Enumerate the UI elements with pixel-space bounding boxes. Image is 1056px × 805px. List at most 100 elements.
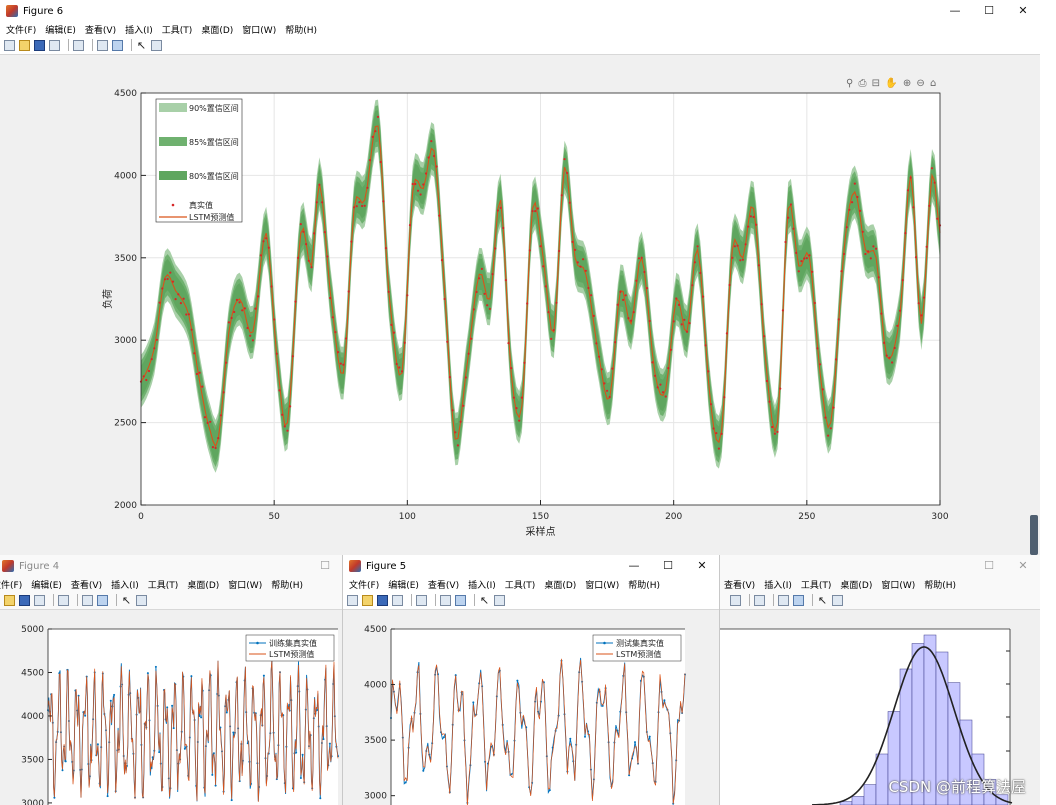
true-value-point xyxy=(659,383,662,386)
menu-file[interactable]: 文件(F) xyxy=(349,578,379,591)
menu-view[interactable]: 查看(V) xyxy=(428,578,459,591)
true-value-point xyxy=(906,189,910,192)
maximize-button[interactable]: ☐ xyxy=(308,555,342,577)
menu-edit[interactable]: 编辑(E) xyxy=(45,23,76,36)
maximize-button[interactable]: ☐ xyxy=(651,555,685,577)
pointer-icon[interactable]: ↖ xyxy=(121,595,132,606)
open-folder-icon[interactable] xyxy=(362,594,373,606)
true-value-point xyxy=(693,261,697,264)
menu-tools[interactable]: 工具(T) xyxy=(148,578,179,591)
link-plot-icon[interactable] xyxy=(58,594,69,606)
menu-insert[interactable]: 插入(I) xyxy=(125,23,153,36)
figure6-titlebar[interactable]: Figure 6 — ☐ ✕ xyxy=(0,0,1040,22)
maximize-button[interactable]: ☐ xyxy=(972,0,1006,22)
save-icon[interactable] xyxy=(34,39,45,51)
menu-window[interactable]: 窗口(W) xyxy=(242,23,276,36)
menu-view[interactable]: 查看(V) xyxy=(85,23,116,36)
true-value-point xyxy=(896,324,899,327)
property-editor-icon[interactable] xyxy=(494,594,505,606)
menu-window[interactable]: 窗口(W) xyxy=(228,578,262,591)
property-editor-icon[interactable] xyxy=(136,594,147,606)
true-value-point xyxy=(398,366,401,369)
menu-desktop[interactable]: 桌面(D) xyxy=(201,23,233,36)
link-plot-icon[interactable] xyxy=(416,594,427,606)
colorbar-icon[interactable] xyxy=(97,39,108,51)
save-icon[interactable] xyxy=(377,594,388,606)
menu-insert[interactable]: 插入(I) xyxy=(468,578,496,591)
minimize-button[interactable]: — xyxy=(938,0,972,22)
menu-desktop[interactable]: 桌面(D) xyxy=(840,578,872,591)
print-icon[interactable] xyxy=(392,594,403,606)
menu-tools[interactable]: 工具(T) xyxy=(801,578,832,591)
menu-help[interactable]: 帮助(H) xyxy=(924,578,956,591)
true-value-point xyxy=(837,318,840,321)
save-icon[interactable] xyxy=(19,594,30,606)
print-icon[interactable] xyxy=(730,594,741,606)
property-editor-icon[interactable] xyxy=(832,594,843,606)
legend-icon[interactable] xyxy=(455,594,466,606)
true-value-point xyxy=(584,269,587,272)
true-value-point xyxy=(563,158,566,161)
open-folder-icon[interactable] xyxy=(4,594,15,606)
true-value-point xyxy=(198,371,201,374)
print-icon[interactable] xyxy=(49,39,60,51)
legend-icon[interactable] xyxy=(112,39,123,51)
menu-view[interactable]: 查看(V) xyxy=(71,578,102,591)
true-value-point xyxy=(680,323,683,326)
legend-swatch-point xyxy=(256,641,259,645)
menu-insert[interactable]: 插入(I) xyxy=(764,578,792,591)
menu-insert[interactable]: 插入(I) xyxy=(111,578,139,591)
close-button[interactable]: ✕ xyxy=(1006,0,1040,22)
pointer-icon[interactable]: ↖ xyxy=(136,40,147,51)
menu-file[interactable]: 文件(F) xyxy=(6,23,36,36)
y-tick-label: 4000 xyxy=(364,681,387,691)
property-editor-icon[interactable] xyxy=(151,39,162,51)
close-button[interactable]: ✕ xyxy=(1006,555,1040,577)
figure4-window-buttons: ☐ xyxy=(308,555,342,577)
menu-window[interactable]: 窗口(W) xyxy=(585,578,619,591)
true-value-point xyxy=(241,309,244,312)
menu-view[interactable]: 查看(V) xyxy=(724,578,755,591)
true-value-point xyxy=(526,302,529,305)
minimize-button[interactable]: — xyxy=(617,555,651,577)
true-value-point xyxy=(454,431,457,434)
colorbar-icon[interactable] xyxy=(440,594,451,606)
close-button[interactable]: ✕ xyxy=(685,555,719,577)
menu-window[interactable]: 窗口(W) xyxy=(881,578,915,591)
figure5-titlebar[interactable]: Figure 5 — ☐ ✕ xyxy=(343,555,719,577)
true-value-point xyxy=(901,279,904,282)
menu-edit[interactable]: 编辑(E) xyxy=(388,578,419,591)
true-value-point xyxy=(235,298,238,301)
pointer-icon[interactable]: ↖ xyxy=(817,595,828,606)
open-folder-icon[interactable] xyxy=(19,39,30,51)
maximize-button[interactable]: ☐ xyxy=(972,555,1006,577)
menu-help[interactable]: 帮助(H) xyxy=(271,578,303,591)
print-icon[interactable] xyxy=(34,594,45,606)
y-tick-label: 4500 xyxy=(114,89,137,99)
menu-help[interactable]: 帮助(H) xyxy=(628,578,660,591)
legend-label: 90%置信区间 xyxy=(189,103,239,113)
menu-desktop[interactable]: 桌面(D) xyxy=(544,578,576,591)
true-value-point xyxy=(739,259,742,262)
menu-file[interactable]: 文件(F) xyxy=(0,578,22,591)
true-value-point xyxy=(598,355,601,358)
menu-edit[interactable]: 编辑(E) xyxy=(31,578,62,591)
true-value-point xyxy=(265,237,268,240)
colorbar-icon[interactable] xyxy=(82,594,93,606)
menu-help[interactable]: 帮助(H) xyxy=(285,23,317,36)
toolbar-separator xyxy=(411,594,412,606)
menu-tools[interactable]: 工具(T) xyxy=(162,23,193,36)
legend-icon[interactable] xyxy=(97,594,108,606)
link-plot-icon[interactable] xyxy=(754,594,765,606)
link-plot-icon[interactable] xyxy=(73,39,84,51)
menu-desktop[interactable]: 桌面(D) xyxy=(187,578,219,591)
legend-icon[interactable] xyxy=(793,594,804,606)
figure7-titlebar[interactable]: ☐ ✕ xyxy=(712,555,1040,577)
true-value-point xyxy=(832,406,835,409)
figure4-titlebar[interactable]: Figure 4 ☐ xyxy=(0,555,342,577)
colorbar-icon[interactable] xyxy=(778,594,789,606)
menu-tools[interactable]: 工具(T) xyxy=(505,578,536,591)
pointer-icon[interactable]: ↖ xyxy=(479,595,490,606)
new-file-icon[interactable] xyxy=(347,594,358,606)
new-file-icon[interactable] xyxy=(4,39,15,51)
